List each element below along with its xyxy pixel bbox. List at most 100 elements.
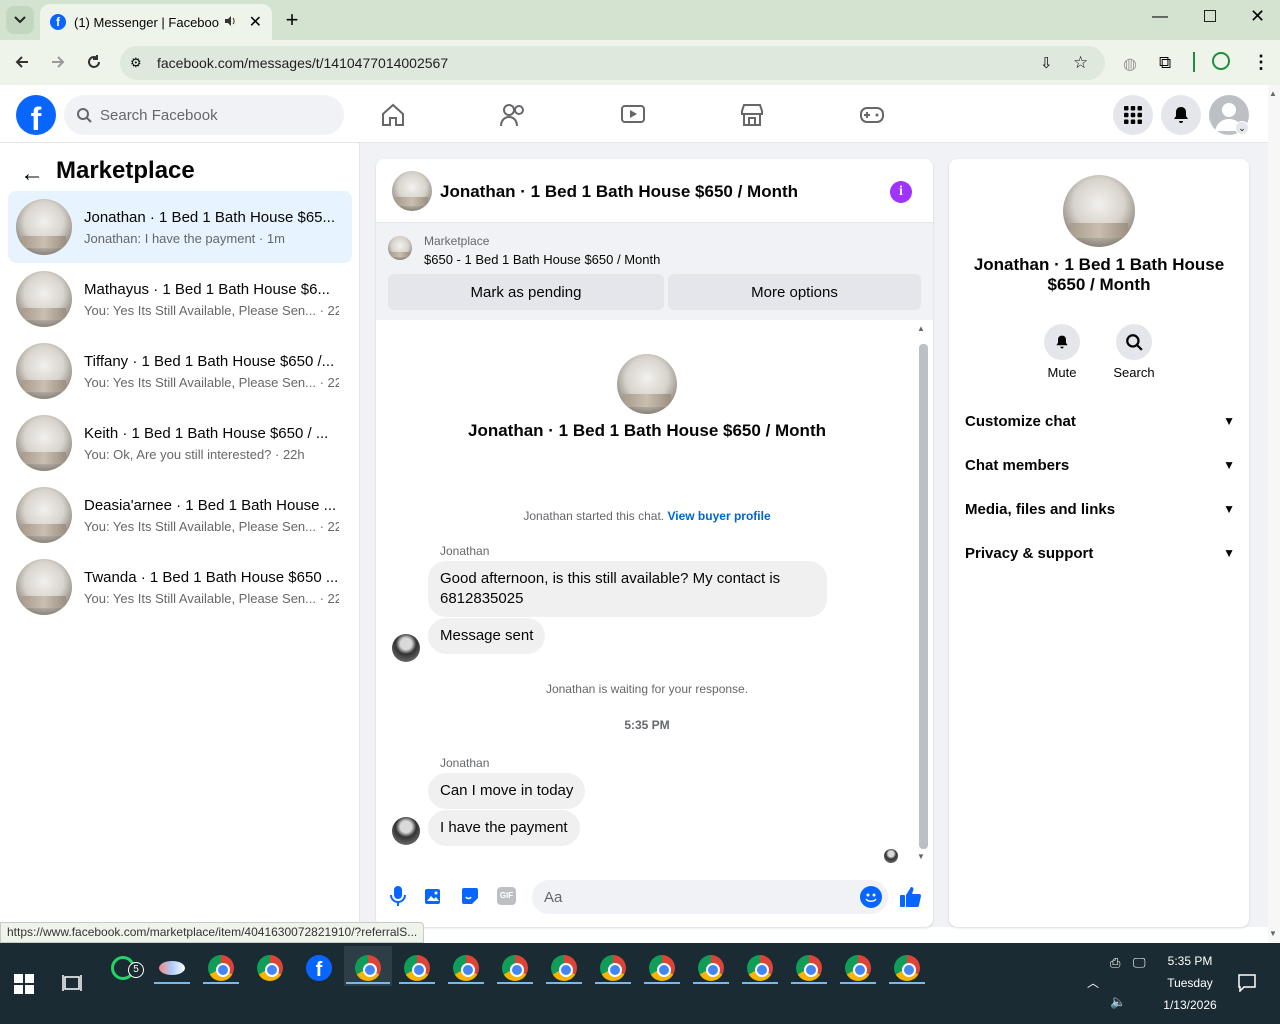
volume-icon[interactable]: 🔈 [1110, 994, 1126, 1010]
home-icon[interactable] [378, 100, 408, 130]
media-files-links-section[interactable]: Media, files and links ▼ [965, 494, 1235, 524]
sender-avatar[interactable] [392, 634, 420, 662]
address-bar[interactable]: ⚙ facebook.com/messages/t/14104770140025… [120, 46, 1105, 80]
customize-chat-section[interactable]: Customize chat ▼ [965, 406, 1235, 436]
scroll-down-icon[interactable]: ▼ [1269, 929, 1277, 938]
minimize-button[interactable]: — [1152, 8, 1168, 26]
listing-description[interactable]: $650 - 1 Bed 1 Bath House $650 / Month [424, 252, 660, 267]
chat-members-section[interactable]: Chat members ▼ [965, 450, 1235, 480]
chrome-taskbar-icon[interactable] [495, 950, 535, 986]
chrome-taskbar-icon[interactable] [201, 950, 241, 986]
conversation-item[interactable]: Deasia'arnee · 1 Bed 1 Bath House ... You… [8, 479, 352, 551]
mute-label[interactable]: Mute [1032, 365, 1092, 380]
conversation-item[interactable]: Keith · 1 Bed 1 Bath House $650 / ... You… [8, 407, 352, 479]
gif-icon[interactable]: GIF [497, 887, 516, 905]
mute-button[interactable] [1044, 324, 1080, 360]
search-icon [77, 108, 92, 123]
new-tab-button[interactable]: + [278, 6, 306, 34]
conversation-item[interactable]: Mathayus · 1 Bed 1 Bath House $6... You: … [8, 263, 352, 335]
chat-scroll-up-icon[interactable]: ▲ [917, 324, 925, 333]
scroll-up-icon[interactable]: ▲ [1269, 89, 1277, 98]
clock-day[interactable]: Tuesday [1160, 976, 1220, 990]
url-text[interactable]: facebook.com/messages/t/1410477014002567 [157, 55, 448, 71]
like-thumb-icon[interactable] [899, 885, 923, 914]
show-hidden-icons-icon[interactable]: ︿ [1087, 974, 1099, 991]
microphone-icon[interactable] [388, 884, 408, 913]
chrome-taskbar-icon[interactable] [544, 950, 584, 986]
chrome-taskbar-icon[interactable] [446, 950, 486, 986]
clock-date[interactable]: 1/13/2026 [1160, 998, 1220, 1012]
close-window-button[interactable]: ✕ [1250, 6, 1265, 27]
restore-button[interactable] [1204, 10, 1216, 22]
sender-avatar[interactable] [392, 817, 420, 845]
info-icon[interactable]: i [890, 181, 912, 203]
sticker-icon[interactable] [460, 886, 480, 911]
facebook-taskbar-icon[interactable]: f [299, 950, 339, 986]
mark-as-pending-button[interactable]: Mark as pending [388, 274, 664, 310]
meet-now-icon[interactable]: ⎙ [1110, 955, 1120, 971]
search-in-chat-button[interactable] [1116, 324, 1152, 360]
notification-center-icon[interactable] [1238, 974, 1256, 997]
bookmark-star-icon[interactable]: ☆ [1073, 53, 1088, 73]
reload-button[interactable] [80, 48, 108, 76]
message-bubble[interactable]: Good afternoon, is this still available?… [428, 561, 827, 617]
chrome-taskbar-icon[interactable] [691, 950, 731, 986]
marketplace-icon[interactable] [737, 100, 767, 130]
notifications-button[interactable] [1161, 95, 1201, 135]
search-label[interactable]: Search [1104, 365, 1164, 380]
chat-header-title[interactable]: Jonathan · 1 Bed 1 Bath House $650 / Mon… [440, 182, 798, 202]
message-bubble[interactable]: Can I move in today [428, 773, 586, 809]
video-icon[interactable] [618, 100, 648, 130]
message-bubble[interactable]: I have the payment [428, 810, 580, 846]
chat-header-avatar[interactable] [392, 171, 432, 211]
menu-grid-button[interactable] [1113, 95, 1153, 135]
active-tab[interactable]: f (1) Messenger | Facebook ✕ [40, 4, 272, 40]
chrome-taskbar-icon[interactable] [642, 950, 682, 986]
profile-icon[interactable] [1212, 52, 1230, 70]
close-tab-icon[interactable]: ✕ [249, 12, 262, 32]
facebook-logo-icon[interactable]: f [16, 95, 56, 137]
account-chevron-icon[interactable]: ⌄ [1235, 121, 1249, 135]
privacy-support-section[interactable]: Privacy & support ▼ [965, 538, 1235, 568]
chrome-taskbar-icon[interactable] [250, 950, 290, 986]
more-options-button[interactable]: More options [668, 274, 921, 310]
speaker-icon[interactable] [223, 14, 237, 31]
photo-icon[interactable] [424, 886, 444, 911]
windows-start-icon[interactable] [14, 974, 34, 999]
extensions-icon[interactable]: ⧉ [1159, 53, 1171, 73]
install-app-icon[interactable]: ⇩ [1040, 54, 1053, 72]
facebook-search-input[interactable]: Search Facebook [64, 95, 344, 135]
chat-scrollbar-thumb[interactable] [919, 344, 928, 849]
view-buyer-profile-link[interactable]: View buyer profile [667, 509, 770, 523]
chrome-taskbar-icon[interactable] [593, 950, 633, 986]
forward-button[interactable] [44, 48, 72, 76]
tab-search-button[interactable] [6, 6, 34, 34]
conversation-item[interactable]: Twanda · 1 Bed 1 Bath House $650 ... You:… [8, 551, 352, 623]
page-scrollbar[interactable] [1268, 85, 1280, 943]
menu-dots-icon[interactable]: ⋮ [1252, 52, 1270, 73]
chrome-taskbar-icon[interactable] [348, 950, 388, 986]
site-info-icon[interactable]: ⚙ [130, 55, 148, 71]
network-icon[interactable]: 🖵 [1133, 955, 1146, 971]
running-indicator [644, 982, 680, 984]
emoji-icon[interactable] [860, 886, 882, 908]
clock-time[interactable]: 5:35 PM [1160, 954, 1220, 968]
task-view-icon[interactable] [62, 974, 82, 997]
back-button[interactable] [8, 48, 36, 76]
app-taskbar-icon[interactable] [152, 950, 192, 986]
listing-banner-thumb[interactable] [388, 236, 412, 260]
chrome-taskbar-icon[interactable] [397, 950, 437, 986]
message-input[interactable]: Aa [532, 880, 888, 914]
back-arrow-icon[interactable]: ← [20, 160, 44, 188]
message-bubble[interactable]: Message sent [428, 618, 546, 654]
gaming-icon[interactable] [857, 100, 887, 130]
translate-icon[interactable]: ◍ [1123, 54, 1137, 74]
conversation-item[interactable]: Tiffany · 1 Bed 1 Bath House $650 /... Yo… [8, 335, 352, 407]
conversation-item[interactable]: Jonathan · 1 Bed 1 Bath House $65... Jona… [8, 191, 352, 263]
chat-scroll-down-icon[interactable]: ▼ [917, 852, 925, 861]
chrome-taskbar-icon[interactable] [887, 950, 927, 986]
friends-icon[interactable] [498, 100, 528, 130]
chrome-taskbar-icon[interactable] [838, 950, 878, 986]
chrome-taskbar-icon[interactable] [789, 950, 829, 986]
chrome-taskbar-icon[interactable] [740, 950, 780, 986]
